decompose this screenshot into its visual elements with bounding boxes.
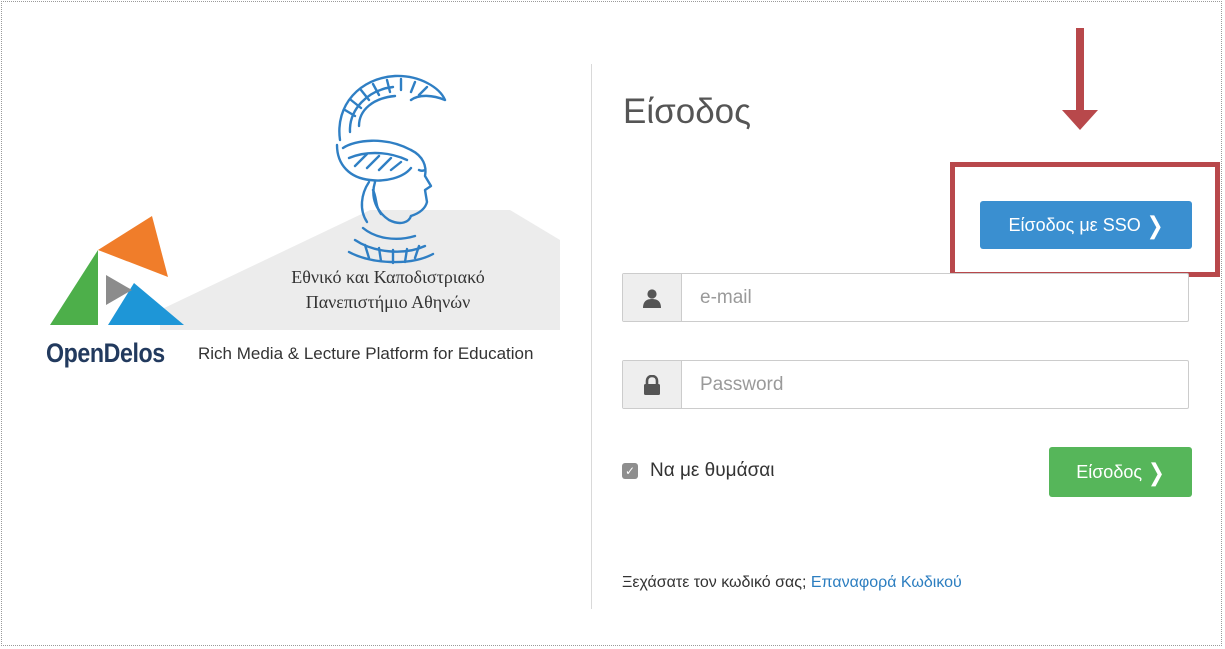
branding-panel: Εθνικό και Καποδιστριακό Πανεπιστήμιο Αθ… [40, 60, 570, 380]
sso-login-button[interactable]: Είσοδος με SSO ❯ [980, 201, 1192, 249]
down-arrow-icon [1062, 28, 1098, 130]
athena-seal-icon [335, 74, 447, 265]
university-name-line1: Εθνικό και Καποδιστριακό [291, 267, 485, 287]
remember-me-label: Να με θυμάσαι [650, 460, 775, 481]
forgot-password-text: Ξεχάσατε τον κωδικό σας; [622, 574, 807, 591]
login-submit-button-label: Είσοδος [1076, 461, 1143, 482]
vertical-divider [591, 64, 592, 609]
brand-tagline: Rich Media & Lecture Platform for Educat… [198, 344, 534, 363]
chevron-right-icon: ❯ [1148, 459, 1165, 486]
user-icon [623, 274, 682, 321]
sso-login-button-label: Είσοδος με SSO [1008, 214, 1141, 235]
email-field[interactable] [682, 274, 1188, 321]
email-input-group [622, 273, 1189, 322]
brand-row: OpenDelos Rich Media & Lecture Platform … [46, 338, 533, 369]
forgot-password-row: Ξεχάσατε τον κωδικό σας; Επαναφορά Κωδικ… [622, 574, 962, 592]
brand-name: OpenDelos [46, 338, 165, 368]
university-name-line2: Πανεπιστήμιο Αθηνών [305, 292, 471, 312]
checkbox-checked-icon[interactable]: ✓ [622, 463, 638, 479]
password-input-group [622, 360, 1189, 409]
reset-password-link[interactable]: Επαναφορά Κωδικού [811, 574, 962, 591]
password-field[interactable] [682, 361, 1188, 408]
remember-me-checkbox[interactable]: ✓ Να με θυμάσαι [622, 460, 775, 482]
login-submit-button[interactable]: Είσοδος ❯ [1049, 447, 1192, 497]
opendelos-triangle-logo-icon [50, 216, 184, 325]
university-name: Εθνικό και Καποδιστριακό Πανεπιστήμιο Αθ… [238, 265, 538, 315]
lock-icon [623, 361, 682, 408]
chevron-right-icon: ❯ [1146, 212, 1164, 239]
page-title: Είσοδος [623, 92, 752, 131]
